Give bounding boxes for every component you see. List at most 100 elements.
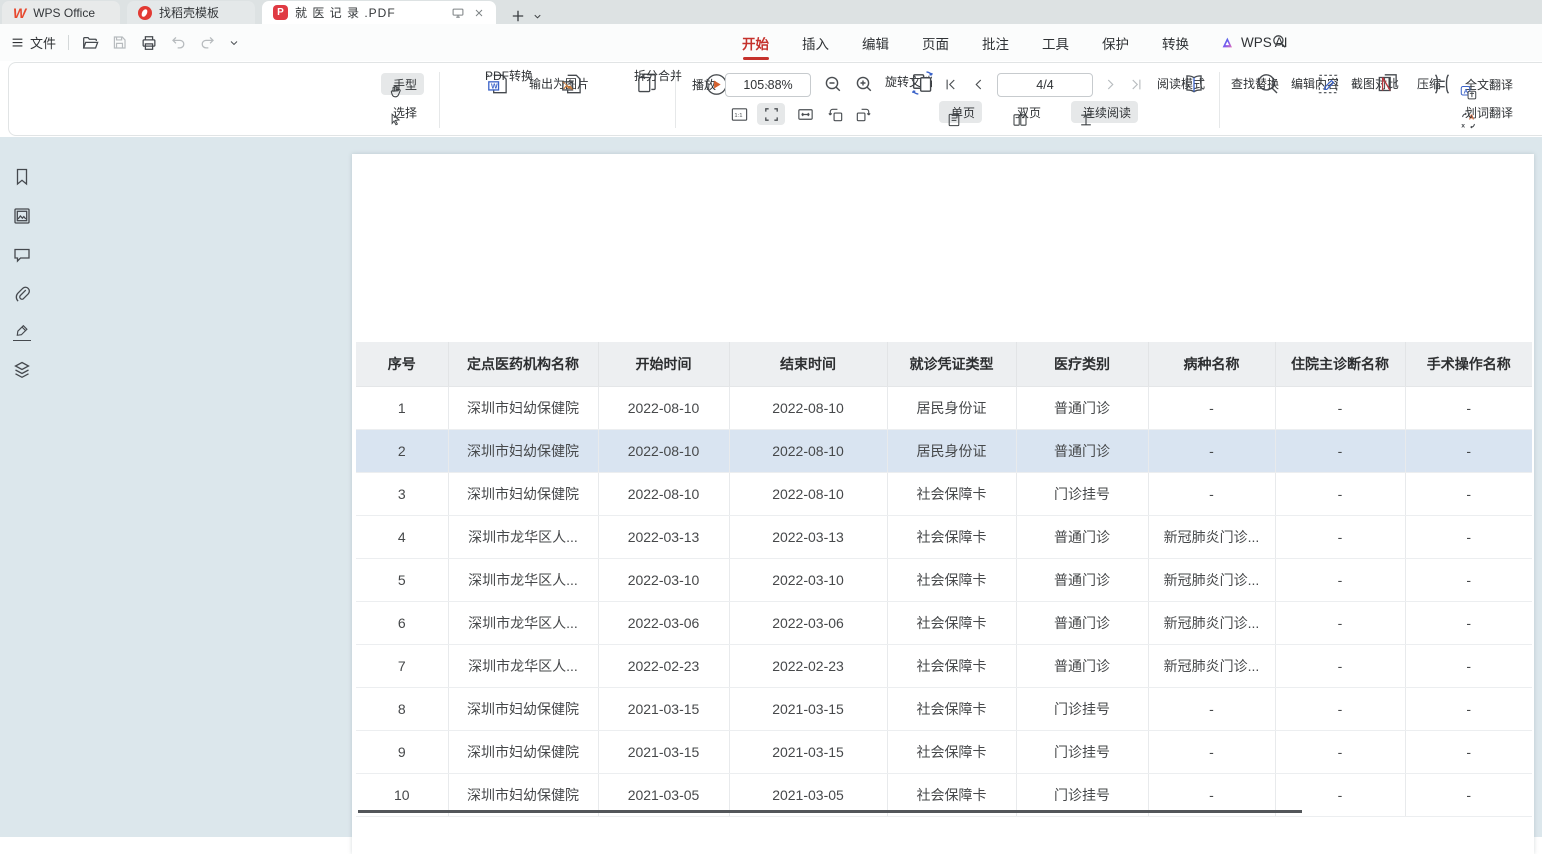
column-header: 就诊凭证类型: [887, 342, 1016, 386]
document-workspace: 序号定点医药机构名称开始时间结束时间就诊凭证类型医疗类别病种名称住院主诊断名称手…: [0, 137, 1542, 837]
table-cell: -: [1405, 429, 1532, 472]
table-cell: 2: [356, 429, 448, 472]
play-button[interactable]: 播放: [683, 72, 725, 93]
read-mode-button[interactable]: 阅读模式: [1153, 71, 1209, 92]
table-cell: 社会保障卡: [887, 558, 1016, 601]
column-header: 定点医药机构名称: [448, 342, 598, 386]
open-file-icon[interactable]: [81, 34, 99, 52]
redo-icon[interactable]: [199, 34, 216, 51]
column-header: 结束时间: [729, 342, 887, 386]
quick-access-chevron-icon[interactable]: [228, 37, 240, 49]
new-tab-button[interactable]: [510, 8, 526, 24]
rotate-left-icon[interactable]: [823, 103, 847, 125]
edit-content-button[interactable]: 编辑内容: [1287, 71, 1343, 92]
table-cell: 深圳市妇幼保健院: [448, 472, 598, 515]
pdf-convert-button[interactable]: W PDF转换: [449, 71, 521, 75]
table-cell: 深圳市龙华区人...: [448, 601, 598, 644]
wps-logo-icon: W: [13, 6, 26, 20]
table-cell: 居民身份证: [887, 429, 1016, 472]
save-icon[interactable]: [111, 34, 128, 51]
page-indicator-input[interactable]: 4/4: [997, 73, 1093, 97]
table-cell: 社会保障卡: [887, 644, 1016, 687]
table-cell: -: [1275, 429, 1405, 472]
comment-icon[interactable]: [12, 245, 32, 265]
menu-item-8[interactable]: 转换: [1160, 24, 1191, 62]
table-cell: 2022-03-06: [598, 601, 729, 644]
table-cell: 2022-08-10: [729, 472, 887, 515]
search-icon[interactable]: [1271, 33, 1288, 50]
undo-icon[interactable]: [170, 34, 187, 51]
medical-records-table: 序号定点医药机构名称开始时间结束时间就诊凭证类型医疗类别病种名称住院主诊断名称手…: [356, 342, 1532, 817]
file-menu-label: 文件: [30, 33, 56, 52]
tab-document[interactable]: P 就 医 记 录 .PDF: [262, 1, 496, 24]
print-icon[interactable]: [140, 34, 158, 52]
table-row: 9深圳市妇幼保健院2021-03-152021-03-15社会保障卡门诊挂号--…: [356, 730, 1532, 773]
menu-item-5[interactable]: 批注: [980, 24, 1011, 62]
rotate-document-button[interactable]: 旋转文档: [877, 69, 941, 90]
menu-item-4[interactable]: 页面: [920, 24, 951, 62]
compress-button[interactable]: 压缩: [1409, 71, 1449, 92]
table-cell: 普通门诊: [1016, 429, 1148, 472]
signature-icon[interactable]: [13, 323, 31, 341]
table-cell: 门诊挂号: [1016, 687, 1148, 730]
rotate-right-icon[interactable]: [851, 103, 875, 125]
table-cell: 6: [356, 601, 448, 644]
continuous-read-button[interactable]: 连续阅读: [1071, 101, 1138, 123]
table-row: 3深圳市妇幼保健院2022-08-102022-08-10社会保障卡门诊挂号--…: [356, 472, 1532, 515]
monitor-icon[interactable]: [451, 6, 465, 20]
menu-item-7[interactable]: 保护: [1100, 24, 1131, 62]
document-title: 就 医 记 录 .PDF: [295, 4, 396, 21]
table-cell: -: [1148, 687, 1275, 730]
table-cell: 8: [356, 687, 448, 730]
full-translate-button[interactable]: A 全文翻译: [1453, 73, 1520, 95]
file-menu-button[interactable]: 文件: [10, 33, 56, 52]
menu-item-6[interactable]: 工具: [1040, 24, 1071, 62]
table-cell: 2021-03-15: [729, 687, 887, 730]
actual-size-button[interactable]: 1:1: [727, 103, 751, 125]
table-cell: -: [1405, 472, 1532, 515]
wps-ai-logo-icon: [1220, 35, 1235, 50]
table-cell: -: [1405, 644, 1532, 687]
table-cell: 2022-02-23: [729, 644, 887, 687]
table-cell: 2021-03-15: [598, 687, 729, 730]
hand-tool-button[interactable]: 手型: [381, 73, 424, 95]
table-cell: 普通门诊: [1016, 386, 1148, 429]
fit-width-button[interactable]: [791, 103, 819, 125]
table-cell: 社会保障卡: [887, 601, 1016, 644]
tab-list-chevron-icon[interactable]: [532, 11, 543, 22]
table-cell: 深圳市龙华区人...: [448, 515, 598, 558]
thumbnail-icon[interactable]: [12, 206, 32, 226]
table-cell: 门诊挂号: [1016, 472, 1148, 515]
bookmark-icon[interactable]: [12, 167, 32, 187]
export-image-button[interactable]: 输出为图片: [522, 71, 596, 92]
attachment-icon[interactable]: [12, 284, 32, 304]
layers-icon[interactable]: [12, 360, 32, 380]
table-cell: -: [1275, 730, 1405, 773]
table-cell: 社会保障卡: [887, 515, 1016, 558]
select-tool-button[interactable]: 选择: [381, 101, 424, 123]
menu-item-2[interactable]: 插入: [800, 24, 831, 62]
table-cell: 2022-08-10: [598, 386, 729, 429]
split-merge-button[interactable]: 拆分合并: [599, 71, 669, 75]
menu-item-1[interactable]: 开始: [740, 24, 771, 62]
table-cell: 2021-03-15: [729, 730, 887, 773]
table-cell: -: [1405, 515, 1532, 558]
fit-page-button[interactable]: [757, 103, 785, 125]
screenshot-compare-button[interactable]: 截图对比: [1347, 71, 1403, 92]
svg-text:W: W: [491, 83, 498, 90]
tab-wps-office[interactable]: W WPS Office: [2, 1, 120, 24]
menu-item-3[interactable]: 编辑: [860, 24, 891, 62]
table-cell: 3: [356, 472, 448, 515]
find-replace-button[interactable]: 查找替换: [1227, 71, 1283, 92]
zoom-level-select[interactable]: 105.88%: [725, 73, 811, 97]
table-cell: -: [1148, 429, 1275, 472]
table-cell: 2022-03-06: [729, 601, 887, 644]
word-translate-button[interactable]: xA 划词翻译: [1453, 101, 1472, 123]
single-page-button[interactable]: 单页: [939, 101, 982, 123]
tab-docer-templates[interactable]: 找稻壳模板: [127, 1, 255, 24]
double-page-button[interactable]: 双页: [1005, 101, 1024, 123]
table-cell: 深圳市妇幼保健院: [448, 386, 598, 429]
table-cell: 2022-03-13: [598, 515, 729, 558]
table-cell: -: [1405, 386, 1532, 429]
close-tab-icon[interactable]: [473, 7, 485, 19]
